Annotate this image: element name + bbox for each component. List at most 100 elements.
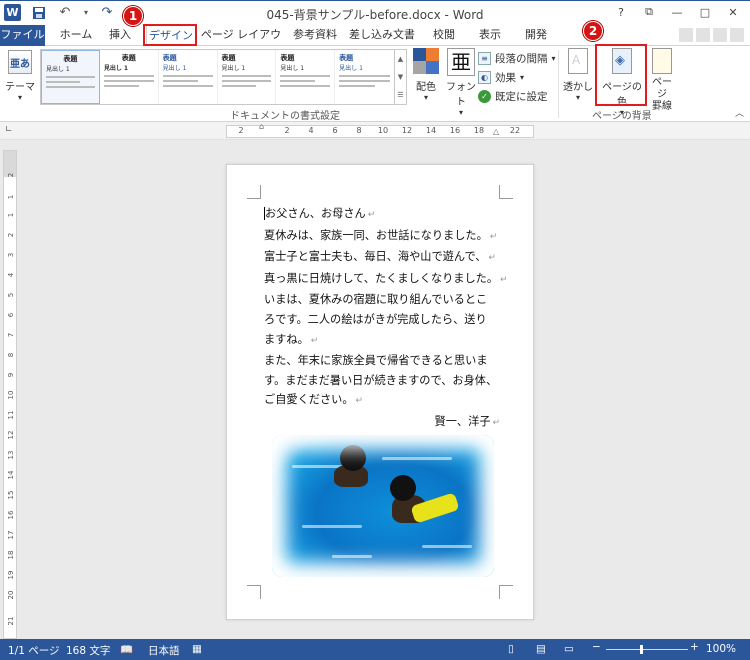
swimming-photo[interactable] — [272, 435, 494, 577]
style-set-item[interactable]: 表題 見出し 1 — [276, 50, 336, 104]
tab-view[interactable]: 表示 — [468, 25, 512, 46]
watermark-button[interactable]: A 透かし ▾ — [563, 48, 593, 102]
web-layout-icon[interactable]: ▭ — [564, 643, 574, 655]
paragraph-spacing-label: 段落の間隔 — [495, 53, 548, 65]
colors-button[interactable]: 配色 ▾ — [412, 48, 440, 102]
design-tab-highlight — [143, 24, 197, 46]
step-badge-1: 1 — [123, 6, 143, 26]
document-area: 2 1 1 2 3 4 5 6 7 8 9 10 11 12 13 14 15 … — [0, 140, 750, 639]
collapse-ribbon-icon[interactable]: ︿ — [735, 106, 744, 119]
style-set-gallery: 表題 見出し 1 表題 見出し 1 表題 見出し 1 表題 見出し 1 表題 見… — [40, 49, 395, 105]
text-line: 夏休みは、家族一同、お世話になりました。 ↵ — [264, 228, 498, 242]
tab-page-layout[interactable]: ページ レイアウト — [200, 25, 282, 61]
themes-button[interactable]: 亜あ テーマ ▾ — [4, 48, 36, 112]
fonts-button[interactable]: 亜 フォント ▾ — [444, 48, 478, 117]
style-set-item[interactable]: 表題 見出し 1 — [41, 50, 100, 104]
indent-marker-icon[interactable]: ⌂ — [259, 122, 264, 131]
page-borders-button[interactable]: ページ 罫線 — [648, 48, 676, 113]
tab-selector-icon[interactable]: ∟ — [5, 125, 13, 135]
colors-label: 配色 — [416, 82, 436, 93]
quick-access-toolbar: W ↶ ▾ ↷ — [4, 4, 141, 21]
close-button[interactable]: ✕ — [720, 3, 746, 21]
tab-insert[interactable]: 挿入 — [100, 25, 140, 46]
style-set-item[interactable]: 表題 見出し 1 — [159, 50, 218, 104]
maximize-button[interactable]: □ — [692, 3, 718, 21]
language[interactable]: 日本語 — [148, 643, 180, 658]
set-as-default-label: 既定に設定 — [495, 91, 548, 103]
paragraph-spacing-icon: ≡ — [478, 52, 491, 65]
read-mode-icon[interactable]: ▯ — [508, 643, 514, 655]
tab-references[interactable]: 参考資料 — [288, 25, 342, 46]
page-count[interactable]: 1/1 ページ — [8, 643, 60, 658]
colors-icon — [413, 48, 439, 74]
horizontal-ruler[interactable]: 2 2 4 6 8 10 12 14 16 18 22 — [226, 125, 534, 138]
watermark-icon: A — [568, 48, 588, 74]
undo-icon[interactable]: ↶ — [57, 5, 73, 21]
macro-record-icon[interactable]: ▦ — [192, 643, 202, 655]
effects-dropdown-icon: ▾ — [520, 73, 525, 82]
effects-label: 効果 — [495, 72, 516, 84]
check-icon: ✓ — [478, 90, 491, 103]
format-options-list: ≡ 段落の間隔 ▾ ◐ 効果 ▾ ✓ 既定に設定 — [478, 50, 556, 107]
crop-mark — [247, 185, 261, 199]
crop-mark — [247, 585, 261, 599]
paragraph-spacing-button[interactable]: ≡ 段落の間隔 ▾ — [478, 50, 556, 67]
vertical-ruler[interactable]: 2 1 1 2 3 4 5 6 7 8 9 10 11 12 13 14 15 … — [3, 150, 17, 639]
tab-mailings[interactable]: 差し込み文書 — [344, 25, 420, 46]
save-icon[interactable] — [31, 5, 47, 21]
print-layout-icon[interactable]: ▤ — [536, 643, 546, 655]
text-line: また、年末に家族全員で帰省できると思いま — [264, 354, 488, 368]
paragraph-spacing-dropdown-icon: ▾ — [551, 54, 556, 63]
zoom-level[interactable]: 100% — [706, 643, 736, 655]
fonts-label: フォント — [446, 82, 476, 108]
gallery-scroll[interactable]: ▲ ▼ ☰ — [395, 49, 407, 105]
set-as-default-button[interactable]: ✓ 既定に設定 — [478, 88, 556, 105]
redo-icon[interactable]: ↷ — [99, 5, 115, 21]
zoom-slider[interactable] — [606, 649, 688, 650]
ribbon-display-options-button[interactable]: ⧉ — [636, 3, 662, 21]
zoom-slider-thumb[interactable] — [640, 645, 643, 654]
letter-body[interactable]: お父さん、お母さん ↵ 夏休みは、家族一同、お世話になりました。 ↵ 富士子と富士夫… — [264, 204, 508, 434]
crop-mark — [499, 185, 513, 199]
user-account[interactable] — [679, 28, 744, 42]
style-set-item[interactable]: 表題 見出し 1 — [100, 50, 159, 104]
proofing-icon[interactable]: 📖 — [120, 643, 133, 656]
crop-mark — [499, 585, 513, 599]
themes-label: テーマ — [5, 82, 35, 93]
signature-line: 賢一、洋子 ↵ — [434, 414, 501, 428]
text-line: す。まだまだ暑い日が続きますので、お身体、 — [264, 373, 498, 387]
fonts-dropdown-icon: ▾ — [458, 108, 463, 117]
zoom-in-icon[interactable]: + — [690, 641, 699, 653]
fonts-icon: 亜 — [447, 48, 475, 76]
word-logo-icon[interactable]: W — [4, 4, 21, 21]
tab-home[interactable]: ホーム — [54, 25, 98, 46]
style-set-item[interactable]: 表題 見出し 1 — [335, 50, 394, 104]
gallery-down-icon[interactable]: ▼ — [398, 73, 403, 81]
watermark-dropdown-icon: ▾ — [575, 93, 580, 102]
right-indent-marker-icon[interactable]: △ — [493, 127, 499, 136]
group-label-document-formatting: ドキュメントの書式設定 — [230, 111, 340, 122]
effects-icon: ◐ — [478, 71, 491, 84]
effects-button[interactable]: ◐ 効果 ▾ — [478, 69, 556, 86]
document-page[interactable]: お父さん、お母さん ↵ 夏休みは、家族一同、お世話になりました。 ↵ 富士子と富士夫… — [226, 164, 534, 620]
text-line: お父さん、お母さん ↵ — [264, 207, 376, 220]
help-button[interactable]: ? — [608, 3, 634, 21]
text-line: いまは、夏休みの宿題に取り組んでいるとこ — [264, 293, 488, 307]
tab-review[interactable]: 校閲 — [424, 25, 464, 46]
style-set-item[interactable]: 表題 見出し 1 — [218, 50, 277, 104]
undo-dropdown-icon[interactable]: ▾ — [83, 5, 89, 21]
word-count[interactable]: 168 文字 — [66, 643, 110, 658]
minimize-button[interactable]: — — [664, 3, 690, 21]
gallery-more-icon[interactable]: ☰ — [397, 91, 403, 99]
page-borders-label-line1: ページ — [652, 77, 672, 100]
status-bar: 1/1 ページ 168 文字 📖 日本語 ▦ ▯ ▤ ▭ − + 100% — [0, 639, 750, 660]
gallery-up-icon[interactable]: ▲ — [398, 55, 403, 63]
ribbon-tab-bar: ファイル ホーム 挿入 デザイン ページ レイアウト 参考資料 差し込み文書 校… — [0, 25, 750, 61]
group-label-page-background: ページの背景 — [592, 111, 652, 122]
themes-icon: 亜あ — [8, 50, 32, 74]
watermark-label: 透かし — [563, 82, 593, 93]
tab-file[interactable]: ファイル — [0, 25, 45, 46]
group-separator — [558, 50, 559, 118]
tab-developer[interactable]: 開発 — [516, 25, 556, 46]
zoom-out-icon[interactable]: − — [592, 641, 601, 653]
